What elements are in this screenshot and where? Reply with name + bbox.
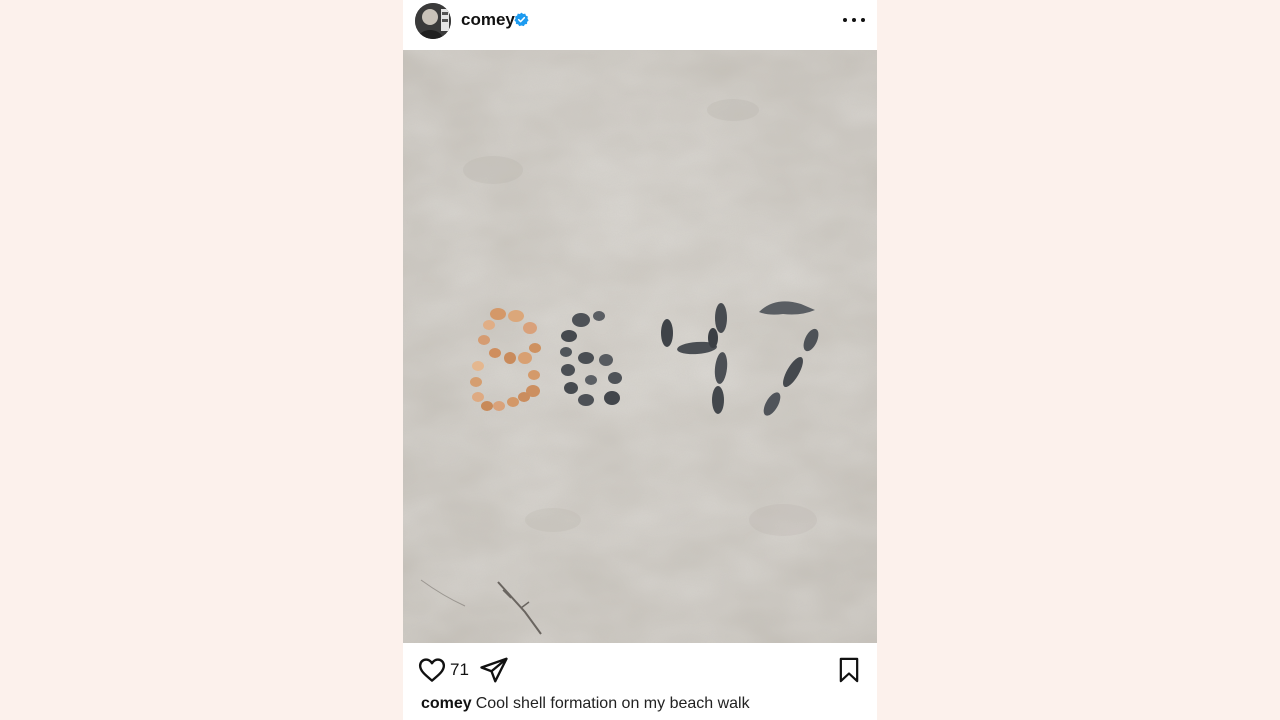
- heart-icon[interactable]: [417, 655, 447, 685]
- bookmark-icon[interactable]: [835, 655, 863, 685]
- caption: comey Cool shell formation on my beach wa…: [421, 695, 861, 713]
- verified-badge-icon: [514, 12, 529, 27]
- paper-plane-icon[interactable]: [479, 655, 509, 685]
- caption-username[interactable]: comey: [421, 695, 472, 712]
- post-header: comey: [403, 0, 877, 50]
- more-dots-icon[interactable]: [843, 12, 865, 28]
- avatar[interactable]: [415, 3, 451, 39]
- action-bar: 71: [403, 643, 877, 693]
- post-photo[interactable]: [403, 50, 877, 643]
- like-count[interactable]: 71: [450, 660, 469, 680]
- post-username[interactable]: comey: [461, 10, 515, 30]
- caption-text: Cool shell formation on my beach walk: [475, 695, 750, 712]
- post-card: comey 71 comey Cool shell formation on m…: [403, 0, 877, 720]
